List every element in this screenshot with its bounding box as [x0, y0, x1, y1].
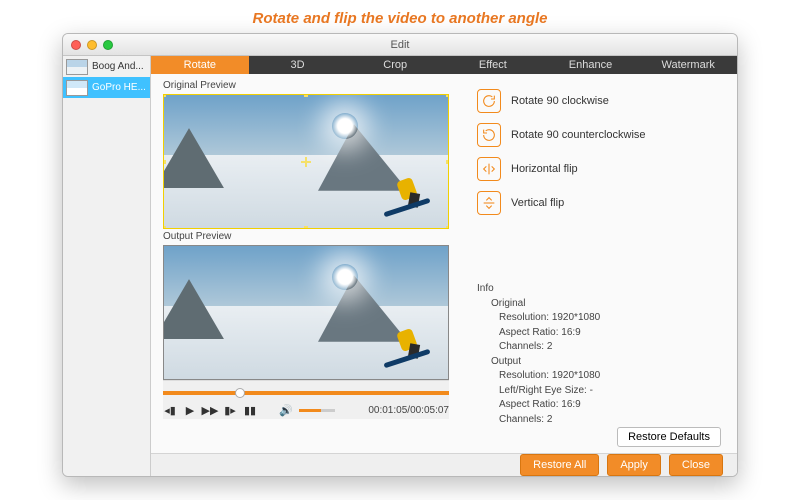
tab-watermark[interactable]: Watermark: [639, 56, 737, 74]
minimize-window-icon[interactable]: [87, 40, 97, 50]
resize-handle[interactable]: [446, 94, 449, 97]
tab-effect[interactable]: Effect: [444, 56, 542, 74]
stop-button[interactable]: ▮▮: [243, 403, 257, 417]
restore-all-button[interactable]: Restore All: [520, 454, 599, 476]
resize-handle[interactable]: [163, 94, 166, 97]
center-handle-icon[interactable]: [301, 157, 311, 167]
play-button[interactable]: ▶: [183, 403, 197, 417]
resize-handle[interactable]: [163, 226, 166, 229]
clip-name: Boog And...: [92, 61, 144, 72]
option-label: Vertical flip: [511, 197, 564, 209]
resize-handle[interactable]: [446, 226, 449, 229]
tab-rotate[interactable]: Rotate: [151, 56, 249, 74]
output-preview: [163, 245, 449, 380]
info-output-heading: Output: [477, 355, 721, 370]
option-flip-horizontal[interactable]: Horizontal flip: [477, 152, 721, 186]
close-window-icon[interactable]: [71, 40, 81, 50]
footer-bar: Restore All Apply Close: [151, 453, 737, 476]
apply-button[interactable]: Apply: [607, 454, 661, 476]
clip-name: GoPro HE...: [92, 82, 146, 93]
tab-crop[interactable]: Crop: [346, 56, 444, 74]
flip-horizontal-icon: [477, 157, 501, 181]
info-row: Resolution: 1920*1080: [477, 311, 721, 326]
seek-knob[interactable]: [235, 388, 245, 398]
transport-bar: ◂▮ ▶ ▶▶ ▮▸ ▮▮ 🔊 00:01:05/00:05:07: [163, 380, 449, 419]
rotate-cw-icon: [477, 89, 501, 113]
info-row: Resolution: 1920*1080: [477, 369, 721, 384]
clip-thumbnail: [66, 59, 88, 75]
info-row: Aspect Ratio: 16:9: [477, 398, 721, 413]
clip-thumbnail: [66, 80, 88, 96]
info-original-heading: Original: [477, 297, 721, 312]
close-button[interactable]: Close: [669, 454, 723, 476]
option-flip-vertical[interactable]: Vertical flip: [477, 186, 721, 220]
output-preview-label: Output Preview: [163, 229, 449, 245]
resize-handle[interactable]: [163, 160, 166, 164]
option-rotate-ccw[interactable]: Rotate 90 counterclockwise: [477, 118, 721, 152]
zoom-window-icon[interactable]: [103, 40, 113, 50]
info-heading: Info: [477, 282, 721, 297]
option-label: Rotate 90 counterclockwise: [511, 129, 646, 141]
volume-slider[interactable]: [299, 409, 335, 412]
info-row: Aspect Ratio: 16:9: [477, 326, 721, 341]
seek-slider[interactable]: [163, 391, 449, 395]
option-rotate-cw[interactable]: Rotate 90 clockwise: [477, 84, 721, 118]
restore-defaults-button[interactable]: Restore Defaults: [617, 427, 721, 447]
time-display: 00:01:05/00:05:07: [368, 405, 449, 416]
window-title: Edit: [391, 39, 410, 51]
clip-item-selected[interactable]: GoPro HE...: [63, 77, 150, 98]
rotate-ccw-icon: [477, 123, 501, 147]
clip-sidebar: Boog And... GoPro HE...: [63, 56, 151, 476]
tab-enhance[interactable]: Enhance: [542, 56, 640, 74]
tab-bar: Rotate 3D Crop Effect Enhance Watermark: [151, 56, 737, 74]
titlebar: Edit: [63, 34, 737, 56]
fast-forward-button[interactable]: ▶▶: [203, 403, 217, 417]
original-preview[interactable]: [163, 94, 449, 229]
info-panel: Info Original Resolution: 1920*1080 Aspe…: [477, 280, 721, 427]
info-row: Channels: 2: [477, 413, 721, 428]
promo-headline: Rotate and flip the video to another ang…: [0, 0, 800, 33]
info-row: Channels: 2: [477, 340, 721, 355]
window-controls: [63, 40, 113, 50]
option-label: Horizontal flip: [511, 163, 578, 175]
resize-handle[interactable]: [304, 226, 308, 229]
resize-handle[interactable]: [304, 94, 308, 97]
editor-window: Edit Boog And... GoPro HE... Rotate 3D C…: [62, 33, 738, 477]
flip-vertical-icon: [477, 191, 501, 215]
resize-handle[interactable]: [446, 160, 449, 164]
speaker-icon[interactable]: 🔊: [279, 403, 293, 417]
info-row: Left/Right Eye Size: -: [477, 384, 721, 399]
prev-frame-button[interactable]: ◂▮: [163, 403, 177, 417]
clip-item[interactable]: Boog And...: [63, 56, 150, 77]
option-label: Rotate 90 clockwise: [511, 95, 609, 107]
original-preview-label: Original Preview: [163, 78, 449, 94]
tab-3d[interactable]: 3D: [249, 56, 347, 74]
next-frame-button[interactable]: ▮▸: [223, 403, 237, 417]
